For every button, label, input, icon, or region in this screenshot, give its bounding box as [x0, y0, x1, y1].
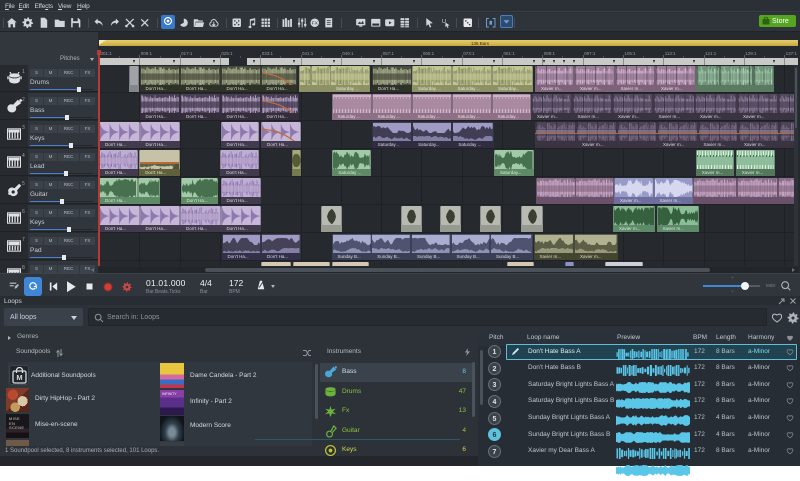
svg-text:M: M [16, 373, 22, 382]
svg-text:FX: FX [312, 21, 319, 27]
